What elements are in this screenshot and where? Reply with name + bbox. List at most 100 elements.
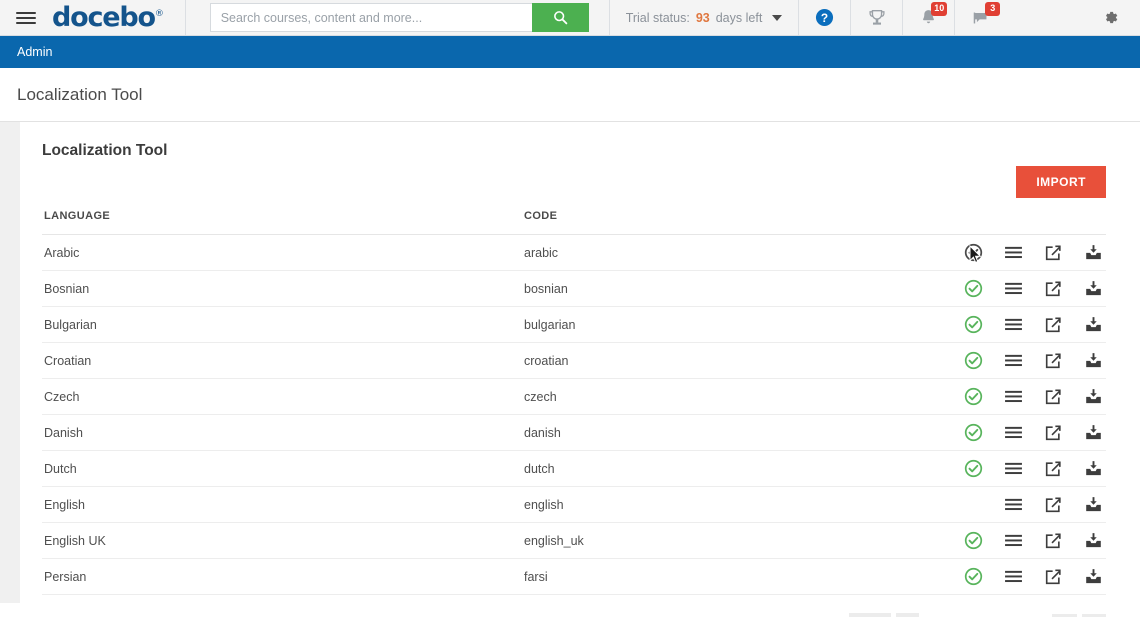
- cell-code: bosnian: [524, 271, 954, 307]
- cell-code: farsi: [524, 559, 954, 595]
- check-circle-icon[interactable]: [962, 566, 984, 588]
- settings-button[interactable]: [1080, 0, 1140, 35]
- notifications-button[interactable]: 10: [903, 0, 955, 35]
- table-row[interactable]: Englishenglish: [42, 487, 1106, 523]
- brand-logo[interactable]: docebo®: [52, 0, 186, 35]
- cell-language: Danish: [42, 415, 524, 451]
- main-menu-button[interactable]: [0, 0, 52, 35]
- pagination-prev-button[interactable]: ‹: [1052, 614, 1076, 617]
- admin-nav-label[interactable]: Admin: [17, 45, 52, 59]
- pagination-page-2[interactable]: 2: [924, 613, 947, 617]
- edit-square-icon[interactable]: [1042, 566, 1064, 588]
- check-circle-placeholder: [962, 494, 984, 516]
- download-inbox-icon[interactable]: [1082, 242, 1104, 264]
- check-circle-icon[interactable]: [962, 530, 984, 552]
- pagination-last[interactable]: Last: [1007, 613, 1048, 617]
- trial-status-dropdown[interactable]: Trial status: 93 days left: [609, 0, 800, 35]
- pagination-next-button[interactable]: ›: [1082, 614, 1106, 617]
- column-header-actions: [954, 210, 1106, 235]
- list-lines-icon[interactable]: [1002, 458, 1024, 480]
- edit-square-icon[interactable]: [1042, 422, 1064, 444]
- download-inbox-icon[interactable]: [1082, 458, 1104, 480]
- list-lines-icon[interactable]: [1002, 530, 1024, 552]
- messages-badge: 3: [985, 2, 1000, 16]
- edit-square-icon[interactable]: [1042, 278, 1064, 300]
- list-lines-icon[interactable]: [1002, 278, 1024, 300]
- trial-status-prefix: Trial status:: [626, 11, 690, 25]
- hamburger-icon: [16, 9, 36, 27]
- check-circle-icon[interactable]: [962, 386, 984, 408]
- download-inbox-icon[interactable]: [1082, 350, 1104, 372]
- search-input[interactable]: [210, 3, 532, 32]
- cell-actions: [954, 451, 1106, 487]
- list-lines-icon[interactable]: [1002, 314, 1024, 336]
- cell-language: Bosnian: [42, 271, 524, 307]
- import-button[interactable]: IMPORT: [1016, 166, 1106, 198]
- check-circle-icon[interactable]: [962, 350, 984, 372]
- list-lines-icon[interactable]: [1002, 566, 1024, 588]
- column-header-code[interactable]: CODE: [524, 210, 954, 235]
- edit-square-icon[interactable]: [1042, 242, 1064, 264]
- download-inbox-icon[interactable]: [1082, 314, 1104, 336]
- list-lines-icon[interactable]: [1002, 386, 1024, 408]
- pagination-first[interactable]: First: [849, 613, 891, 617]
- edit-square-icon[interactable]: [1042, 386, 1064, 408]
- cell-language: English UK: [42, 523, 524, 559]
- check-circle-icon[interactable]: [962, 242, 984, 264]
- card-title: Localization Tool: [42, 142, 1106, 160]
- gamification-button[interactable]: [851, 0, 903, 35]
- table-body: ArabicarabicBosnianbosnianBulgarianbulga…: [42, 235, 1106, 595]
- table-row[interactable]: Bulgarianbulgarian: [42, 307, 1106, 343]
- check-circle-icon[interactable]: [962, 278, 984, 300]
- table-row[interactable]: Arabicarabic: [42, 235, 1106, 271]
- download-inbox-icon[interactable]: [1082, 530, 1104, 552]
- pagination-page-3[interactable]: 3: [951, 613, 974, 617]
- edit-square-icon[interactable]: [1042, 350, 1064, 372]
- table-row[interactable]: Croatiancroatian: [42, 343, 1106, 379]
- card-toolbar: IMPORT: [42, 166, 1106, 200]
- download-inbox-icon[interactable]: [1082, 386, 1104, 408]
- download-inbox-icon[interactable]: [1082, 422, 1104, 444]
- cell-language: Arabic: [42, 235, 524, 271]
- pagination-page-1[interactable]: 1: [896, 613, 919, 617]
- table-footer: Total: 38 First1234Last‹›: [42, 595, 1106, 617]
- edit-square-icon[interactable]: [1042, 530, 1064, 552]
- check-circle-icon[interactable]: [962, 314, 984, 336]
- cell-actions: [954, 235, 1106, 271]
- list-lines-icon[interactable]: [1002, 422, 1024, 444]
- table-row[interactable]: English UKenglish_uk: [42, 523, 1106, 559]
- cell-language: Bulgarian: [42, 307, 524, 343]
- table-row[interactable]: Danishdanish: [42, 415, 1106, 451]
- check-circle-icon[interactable]: [962, 458, 984, 480]
- pagination-page-4[interactable]: 4: [979, 613, 1002, 617]
- list-lines-icon[interactable]: [1002, 350, 1024, 372]
- chevron-down-icon: [772, 15, 782, 21]
- download-inbox-icon[interactable]: [1082, 566, 1104, 588]
- table-row[interactable]: Czechczech: [42, 379, 1106, 415]
- top-header-bar: docebo® Trial status: 93 days left ?: [0, 0, 1140, 36]
- download-inbox-icon[interactable]: [1082, 494, 1104, 516]
- search-submit-button[interactable]: [532, 3, 589, 32]
- edit-square-icon[interactable]: [1042, 458, 1064, 480]
- table-row[interactable]: Bosnianbosnian: [42, 271, 1106, 307]
- cell-code: dutch: [524, 451, 954, 487]
- check-circle-icon[interactable]: [962, 422, 984, 444]
- cell-actions: [954, 523, 1106, 559]
- table-row[interactable]: Persianfarsi: [42, 559, 1106, 595]
- edit-square-icon[interactable]: [1042, 494, 1064, 516]
- table-row[interactable]: Dutchdutch: [42, 451, 1106, 487]
- messages-button[interactable]: 3: [955, 0, 1007, 35]
- help-button[interactable]: ?: [799, 0, 851, 35]
- languages-table: LANGUAGE CODE ArabicarabicBosnianbosnian…: [42, 210, 1106, 595]
- edit-square-icon[interactable]: [1042, 314, 1064, 336]
- column-header-language[interactable]: LANGUAGE: [42, 210, 524, 235]
- list-lines-icon[interactable]: [1002, 494, 1024, 516]
- list-lines-icon[interactable]: [1002, 242, 1024, 264]
- pagination: First 1 23 4 Last ‹ ›: [849, 613, 1106, 617]
- cell-actions: [954, 271, 1106, 307]
- trial-days-remaining: 93: [696, 11, 710, 25]
- cell-language: Croatian: [42, 343, 524, 379]
- download-inbox-icon[interactable]: [1082, 278, 1104, 300]
- cell-code: czech: [524, 379, 954, 415]
- trial-status-suffix: days left: [716, 11, 763, 25]
